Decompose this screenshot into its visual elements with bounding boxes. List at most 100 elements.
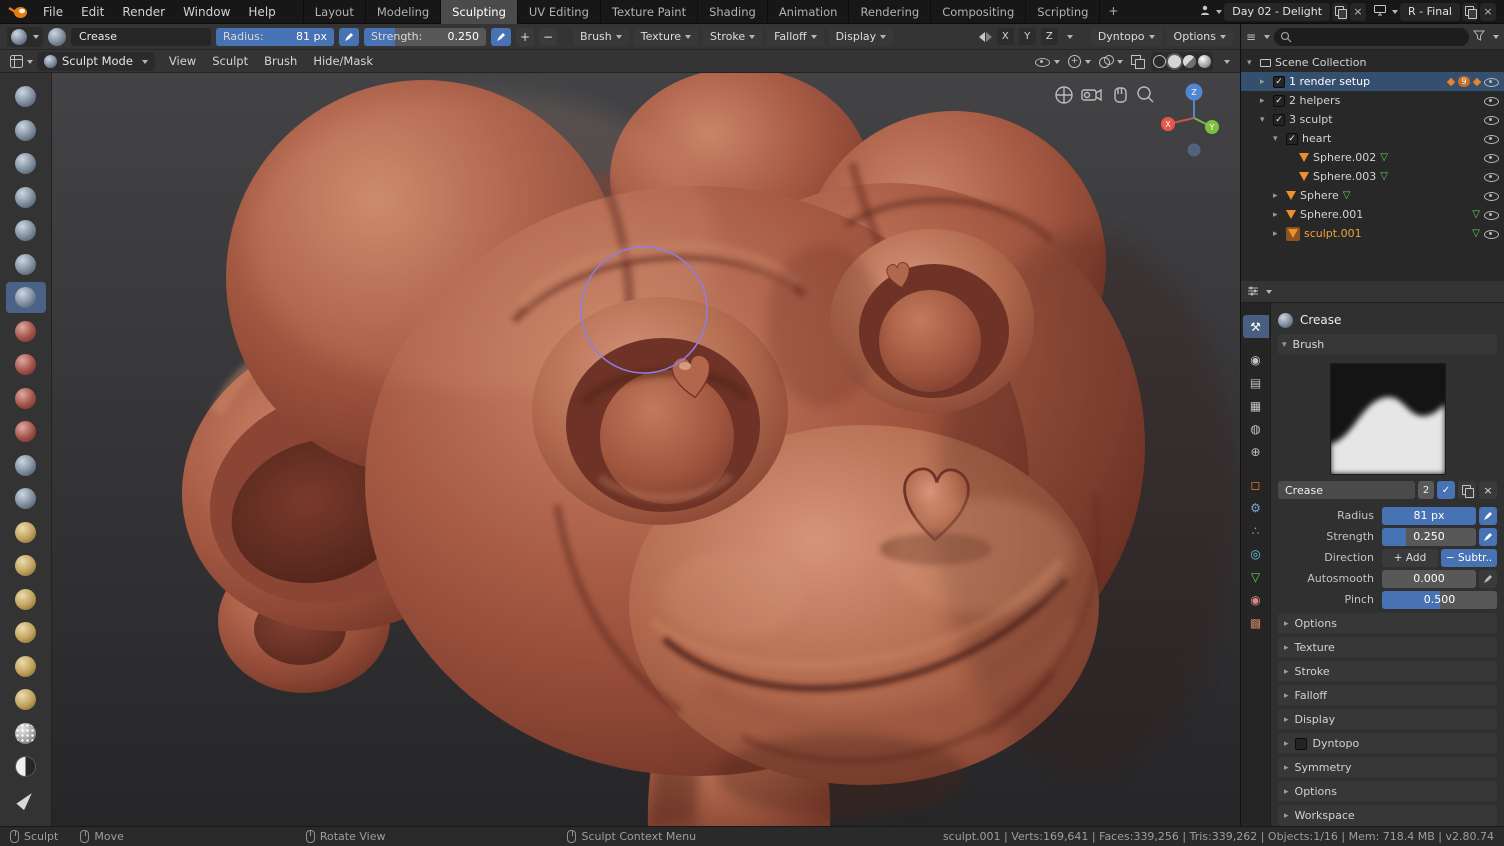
menu-render[interactable]: Render bbox=[113, 0, 174, 24]
eye-icon[interactable] bbox=[1484, 170, 1499, 183]
workspace-tab-shading[interactable]: Shading bbox=[698, 0, 768, 24]
view-layer-caret-icon[interactable] bbox=[1392, 10, 1399, 17]
tool-flatten[interactable] bbox=[6, 349, 46, 380]
editor-type-caret-icon[interactable] bbox=[1266, 290, 1272, 297]
tool-layer[interactable] bbox=[6, 182, 46, 213]
eye-icon[interactable] bbox=[1484, 94, 1499, 107]
direction-subtract-button[interactable]: − bbox=[539, 27, 557, 46]
workspace-tab-rendering[interactable]: Rendering bbox=[849, 0, 932, 24]
mirror-z-toggle[interactable]: Z bbox=[1040, 28, 1058, 45]
view-layer-remove-button[interactable]: × bbox=[1480, 2, 1496, 21]
tool-pinch[interactable] bbox=[6, 450, 46, 481]
shading-rendered-toggle[interactable] bbox=[1198, 54, 1211, 68]
tool-nudge[interactable] bbox=[6, 651, 46, 682]
outliner-root-row[interactable]: ▾ Scene Collection bbox=[1241, 53, 1504, 72]
editor-type-caret-icon[interactable] bbox=[1264, 35, 1271, 42]
tab-scene[interactable]: ◍ bbox=[1243, 417, 1269, 440]
eye-icon[interactable] bbox=[1484, 189, 1499, 202]
workspace-tab-layout[interactable]: Layout bbox=[302, 0, 366, 24]
tab-object[interactable]: ◻ bbox=[1243, 473, 1269, 496]
tab-output[interactable]: ▤ bbox=[1243, 371, 1269, 394]
radius-slider[interactable]: Radius: 81 px bbox=[216, 27, 334, 46]
menu-edit[interactable]: Edit bbox=[72, 0, 113, 24]
brush-preview-image[interactable] bbox=[1329, 363, 1446, 475]
outliner-row-heart[interactable]: ▾ heart bbox=[1241, 129, 1504, 148]
workspace-tab-scripting[interactable]: Scripting bbox=[1026, 0, 1101, 24]
texture-popover[interactable]: Texture bbox=[633, 27, 699, 46]
brush-popover[interactable]: Brush bbox=[573, 27, 629, 46]
filter-caret-icon[interactable] bbox=[1493, 35, 1499, 42]
tool-mask[interactable] bbox=[6, 718, 46, 749]
monitor-icon[interactable] bbox=[1374, 4, 1387, 19]
tool-smooth[interactable] bbox=[6, 316, 46, 347]
eye-icon[interactable] bbox=[1484, 132, 1499, 145]
tab-active-tool[interactable]: ⚒ bbox=[1242, 315, 1269, 338]
outliner-row-sphere-002[interactable]: Sphere.002 ▽ bbox=[1241, 148, 1504, 167]
strength-pressure-toggle[interactable] bbox=[1479, 527, 1497, 546]
xray-toggle[interactable] bbox=[1127, 52, 1148, 71]
view-layer-copy-button[interactable] bbox=[1462, 2, 1478, 21]
workspace-tab-compositing[interactable]: Compositing bbox=[931, 0, 1027, 24]
tool-clay-strips[interactable] bbox=[6, 148, 46, 179]
tab-view-layer[interactable]: ▦ bbox=[1243, 394, 1269, 417]
brush-name-field[interactable]: Crease bbox=[1278, 481, 1415, 499]
shading-popover[interactable] bbox=[1216, 52, 1234, 71]
outliner-row-sphere[interactable]: ▸ Sphere ▽ bbox=[1241, 186, 1504, 205]
direction-subtract-button[interactable]: − Subtr.. bbox=[1441, 548, 1497, 567]
tab-texture[interactable]: ▩ bbox=[1243, 611, 1269, 634]
panel-texture[interactable]: ▸ Texture bbox=[1278, 637, 1497, 658]
stroke-popover[interactable]: Stroke bbox=[703, 27, 763, 46]
shading-wireframe-toggle[interactable] bbox=[1153, 54, 1166, 68]
tool-clay[interactable] bbox=[6, 115, 46, 146]
panel-falloff[interactable]: ▸ Falloff bbox=[1278, 685, 1497, 706]
workspace-tab-texture-paint[interactable]: Texture Paint bbox=[601, 0, 699, 24]
outliner-row-render-setup[interactable]: ▸ 1 render setup 9 bbox=[1241, 72, 1504, 91]
filter-icon[interactable] bbox=[1472, 30, 1486, 44]
tab-object-data[interactable]: ▽ bbox=[1243, 565, 1269, 588]
dyntopo-checkbox[interactable] bbox=[1294, 737, 1307, 750]
dyntopo-popover[interactable]: Dyntopo bbox=[1090, 27, 1162, 46]
add-workspace-button[interactable]: + bbox=[1100, 0, 1126, 24]
tab-physics[interactable]: ◎ bbox=[1243, 542, 1269, 565]
panel-workspace[interactable]: ▸ Workspace bbox=[1278, 805, 1497, 826]
delete-brush-button[interactable]: × bbox=[1479, 481, 1497, 499]
properties-editor-icon[interactable] bbox=[1247, 285, 1259, 299]
brush-selector-button[interactable] bbox=[7, 26, 43, 47]
autosmooth-pressure-toggle[interactable] bbox=[1479, 569, 1497, 588]
panel-dyntopo[interactable]: ▸ Dyntopo bbox=[1278, 733, 1497, 754]
fake-user-toggle[interactable]: ✓ bbox=[1437, 481, 1455, 499]
scene-unlink-button[interactable]: × bbox=[1350, 2, 1367, 21]
users-count-chip[interactable]: 2 bbox=[1418, 481, 1434, 499]
autosmooth-slider[interactable]: 0.000 bbox=[1382, 569, 1476, 588]
panel-display[interactable]: ▸ Display bbox=[1278, 709, 1497, 730]
eye-icon[interactable] bbox=[1484, 151, 1499, 164]
radius-slider[interactable]: 81 px bbox=[1382, 506, 1476, 525]
menu-window[interactable]: Window bbox=[174, 0, 239, 24]
eye-icon[interactable] bbox=[1484, 75, 1499, 88]
tab-render[interactable]: ◉ bbox=[1243, 348, 1269, 371]
object-visibility-popover[interactable] bbox=[1031, 52, 1064, 71]
shading-solid-toggle[interactable] bbox=[1168, 54, 1181, 68]
tab-world[interactable]: ⊕ bbox=[1243, 440, 1269, 463]
tool-crease[interactable] bbox=[5, 282, 46, 313]
radius-pressure-toggle[interactable] bbox=[1479, 506, 1497, 525]
eye-icon[interactable] bbox=[1484, 208, 1499, 221]
menu-brush[interactable]: Brush bbox=[256, 54, 305, 68]
strength-pressure-toggle[interactable] bbox=[491, 27, 511, 46]
eye-icon[interactable] bbox=[1484, 227, 1499, 240]
menu-help[interactable]: Help bbox=[239, 0, 284, 24]
tool-inflate[interactable] bbox=[6, 215, 46, 246]
scene-browse-caret-icon[interactable] bbox=[1216, 10, 1223, 17]
display-popover[interactable]: Display bbox=[828, 27, 894, 46]
outliner-row-sphere-001[interactable]: ▸ Sphere.001 ▽ bbox=[1241, 205, 1504, 224]
outliner-search-input[interactable] bbox=[1274, 27, 1469, 46]
blender-logo-icon[interactable] bbox=[0, 5, 34, 19]
strength-slider[interactable]: 0.250 bbox=[1382, 527, 1476, 546]
tool-box-mask[interactable] bbox=[6, 751, 46, 782]
brush-panel-header[interactable]: ▾ Brush bbox=[1278, 334, 1497, 355]
collection-checkbox[interactable] bbox=[1273, 113, 1285, 126]
outliner-row-sculpt-collection[interactable]: ▾ 3 sculpt bbox=[1241, 110, 1504, 129]
gizmos-popover[interactable]: + bbox=[1064, 52, 1095, 71]
user-icon[interactable] bbox=[1200, 5, 1210, 19]
strength-slider[interactable]: Strength: 0.250 bbox=[364, 27, 486, 46]
